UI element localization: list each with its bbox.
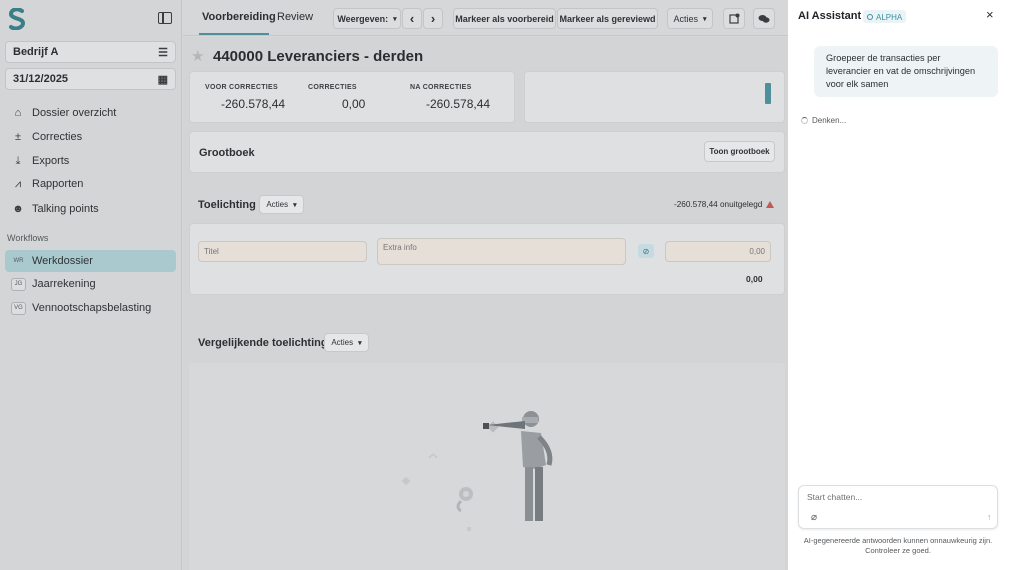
toelichting-card: ⊘ 0,00	[189, 223, 785, 295]
main-content: ★ 440000 Leveranciers - derden VOOR CORR…	[183, 37, 788, 570]
actions-dropdown[interactable]: Acties ▾	[667, 8, 713, 29]
home-icon: ⌂	[14, 107, 22, 119]
plus-minus-icon: ±	[14, 131, 22, 143]
actions-label: Acties	[331, 338, 354, 347]
ai-panel-title: AI Assistant	[798, 10, 862, 22]
workflow-badge: WR	[13, 258, 24, 264]
actions-label: Acties	[673, 13, 698, 24]
workflow-label: Vennootschapsbelasting	[32, 302, 152, 314]
ai-disclaimer: AI-gegenereerde antwoorden kunnen onnauw…	[803, 536, 993, 555]
tab-review[interactable]: Review	[277, 11, 313, 23]
nav-dossier-overzicht[interactable]: ⌂ Dossier overzicht	[5, 102, 176, 124]
empty-state-illustration	[401, 411, 553, 531]
tab-voorbereiding[interactable]: Voorbereiding	[202, 11, 276, 23]
spinner-icon	[801, 117, 808, 124]
paperclip-icon[interactable]: ⌀	[811, 512, 817, 523]
period-date: 31/12/2025	[13, 73, 69, 85]
progress-card	[524, 71, 785, 123]
workflow-badge: JG	[11, 277, 26, 291]
workflow-label: Jaarrekening	[32, 278, 96, 290]
workflow-jaarrekening[interactable]: JG Jaarrekening	[5, 273, 176, 295]
mark-prepared-button[interactable]: Markeer als voorbereid	[453, 8, 556, 29]
attachment-icon[interactable]: ⊘	[638, 244, 654, 258]
empty-state-area	[189, 363, 785, 570]
top-toolbar: Voorbereiding Review Weergeven: ▾ ‹ › Ma…	[183, 0, 788, 36]
caret-down-icon: ▾	[393, 15, 397, 23]
vergelijkende-title: Vergelijkende toelichting	[198, 337, 328, 349]
chat-icon[interactable]	[753, 8, 775, 29]
page-title: 440000 Leveranciers - derden	[213, 48, 424, 65]
people-icon: ☻	[12, 203, 24, 215]
next-button[interactable]: ›	[423, 8, 443, 29]
status-dot-icon	[867, 14, 873, 20]
star-icon[interactable]: ★	[191, 47, 204, 65]
stat-label: NA CORRECTIES	[410, 84, 472, 91]
nav-label: Dossier overzicht	[32, 107, 117, 119]
calendar-icon: ▦	[157, 74, 168, 86]
mark-reviewed-button[interactable]: Markeer als gereviewd	[557, 8, 658, 29]
thinking-label: Denken...	[812, 116, 847, 125]
view-label: Weergeven:	[337, 13, 389, 24]
view-dropdown[interactable]: Weergeven: ▾	[333, 8, 401, 29]
send-arrow-icon[interactable]: ↑	[987, 512, 992, 522]
total-amount: 0,00	[746, 274, 763, 284]
document-icon[interactable]	[723, 8, 745, 29]
extra-info-textarea[interactable]	[377, 238, 626, 265]
nav-label: Talking points	[32, 203, 99, 215]
caret-down-icon: ▾	[293, 201, 297, 209]
user-message: Groepeer de transacties per leverancier …	[814, 46, 998, 97]
chat-composer: ⌀ ↑	[798, 485, 998, 529]
nav-correcties[interactable]: ± Correcties	[5, 126, 176, 148]
company-name: Bedrijf A	[13, 46, 59, 58]
app-window: Bedrijf A ☰ 31/12/2025 ▦ ⌂ Dossier overz…	[0, 0, 788, 570]
title-input[interactable]	[198, 241, 367, 262]
previous-button[interactable]: ‹	[402, 8, 422, 29]
warning-icon	[766, 201, 774, 208]
nav-rapporten[interactable]: ⩘ Rapporten	[5, 173, 176, 195]
workflow-vennootschapsbelasting[interactable]: VG Vennootschapsbelasting	[5, 297, 176, 319]
stats-card: VOOR CORRECTIES -260.578,44 CORRECTIES 0…	[189, 71, 515, 123]
stat-value: -260.578,44	[221, 97, 286, 111]
nav-exports[interactable]: ⤓ Exports	[5, 150, 176, 172]
grootboek-card: Grootboek Toon grootboek	[189, 131, 785, 173]
unexplained-amount: -260.578,44 onuitgelegd	[674, 200, 763, 209]
close-icon[interactable]: ×	[986, 7, 994, 22]
company-selector[interactable]: Bedrijf A ☰	[5, 41, 176, 63]
chat-input[interactable]	[807, 492, 987, 502]
alpha-badge: ALPHA	[863, 10, 907, 23]
sidebar-collapse-icon[interactable]	[158, 12, 172, 24]
show-grootboek-button[interactable]: Toon grootboek	[704, 141, 775, 162]
progress-indicator	[765, 83, 771, 104]
active-tab-indicator	[199, 33, 269, 35]
amount-input[interactable]	[665, 241, 771, 262]
stat-label: CORRECTIES	[308, 84, 357, 91]
app-logo-icon[interactable]	[8, 8, 26, 30]
nav-label: Correcties	[32, 131, 83, 143]
workflow-badge: VG	[11, 301, 26, 315]
menu-icon: ☰	[158, 47, 168, 59]
caret-down-icon: ▾	[703, 15, 707, 23]
caret-down-icon: ▾	[358, 339, 362, 347]
sidebar: Bedrijf A ☰ 31/12/2025 ▦ ⌂ Dossier overz…	[0, 0, 182, 570]
workflow-werkdossier[interactable]: WR Werkdossier	[5, 250, 176, 272]
toelichting-title: Toelichting	[198, 199, 256, 211]
alpha-label: ALPHA	[876, 12, 903, 22]
stat-value: -260.578,44	[426, 97, 491, 111]
workflow-label: Werkdossier	[32, 255, 93, 267]
download-icon: ⤓	[15, 154, 21, 167]
thinking-indicator: Denken...	[801, 116, 846, 125]
actions-label: Acties	[266, 200, 289, 209]
grootboek-title: Grootboek	[199, 147, 255, 159]
ai-assistant-panel: AI Assistant ALPHA × Groepeer de transac…	[788, 0, 1024, 570]
vergelijkende-actions-dropdown[interactable]: Acties ▾	[324, 333, 369, 352]
toelichting-actions-dropdown[interactable]: Acties ▾	[259, 195, 304, 214]
nav-label: Exports	[32, 155, 70, 167]
nav-label: Rapporten	[32, 178, 84, 190]
stat-label: VOOR CORRECTIES	[205, 84, 278, 91]
workflows-heading: Workflows	[7, 233, 49, 243]
stat-value: 0,00	[342, 97, 366, 111]
date-selector[interactable]: 31/12/2025 ▦	[5, 68, 176, 90]
chart-icon: ⩘	[14, 177, 22, 190]
nav-talking-points[interactable]: ☻ Talking points	[5, 198, 176, 220]
